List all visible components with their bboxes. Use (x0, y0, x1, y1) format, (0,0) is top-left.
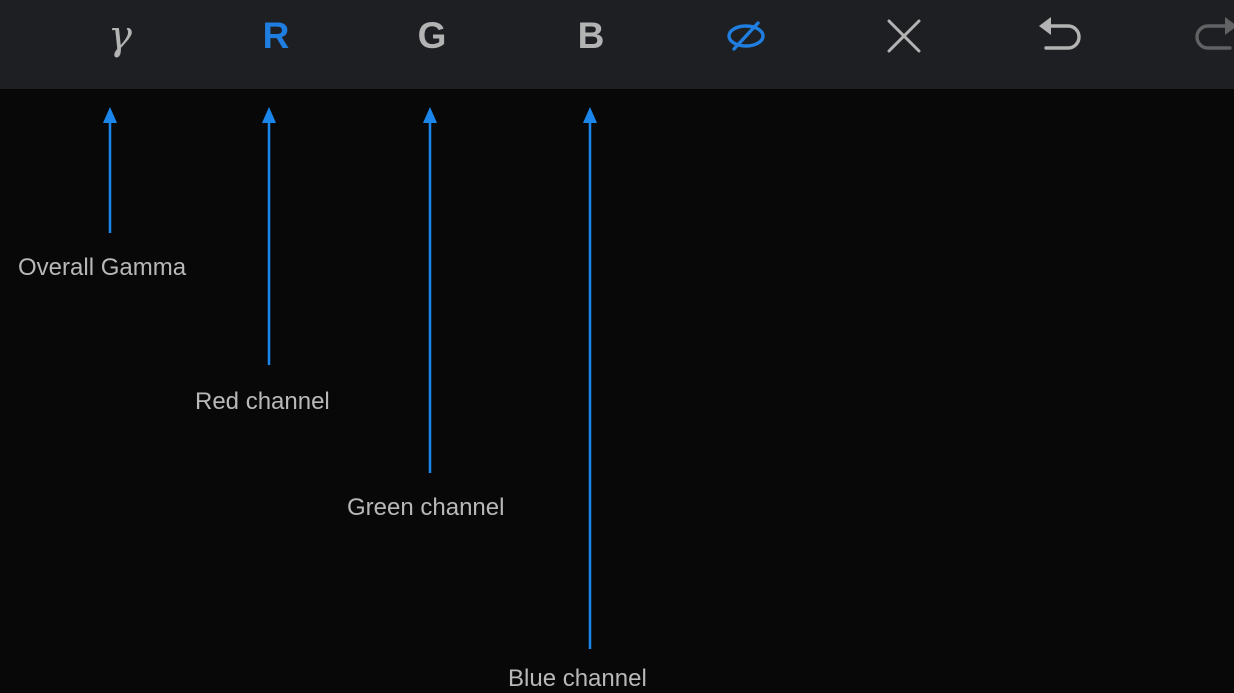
green-callout-arrow (423, 107, 437, 473)
gamma-callout-arrow (103, 107, 117, 233)
blue-callout-arrow (583, 107, 597, 649)
gamma-callout-label: Overall Gamma (18, 254, 187, 281)
red-callout-arrow (262, 107, 276, 365)
green-callout-label: Green channel (347, 494, 505, 521)
callout-arrows (103, 107, 597, 649)
blue-callout-label: Blue channel (508, 665, 647, 692)
red-callout-label: Red channel (195, 388, 330, 415)
